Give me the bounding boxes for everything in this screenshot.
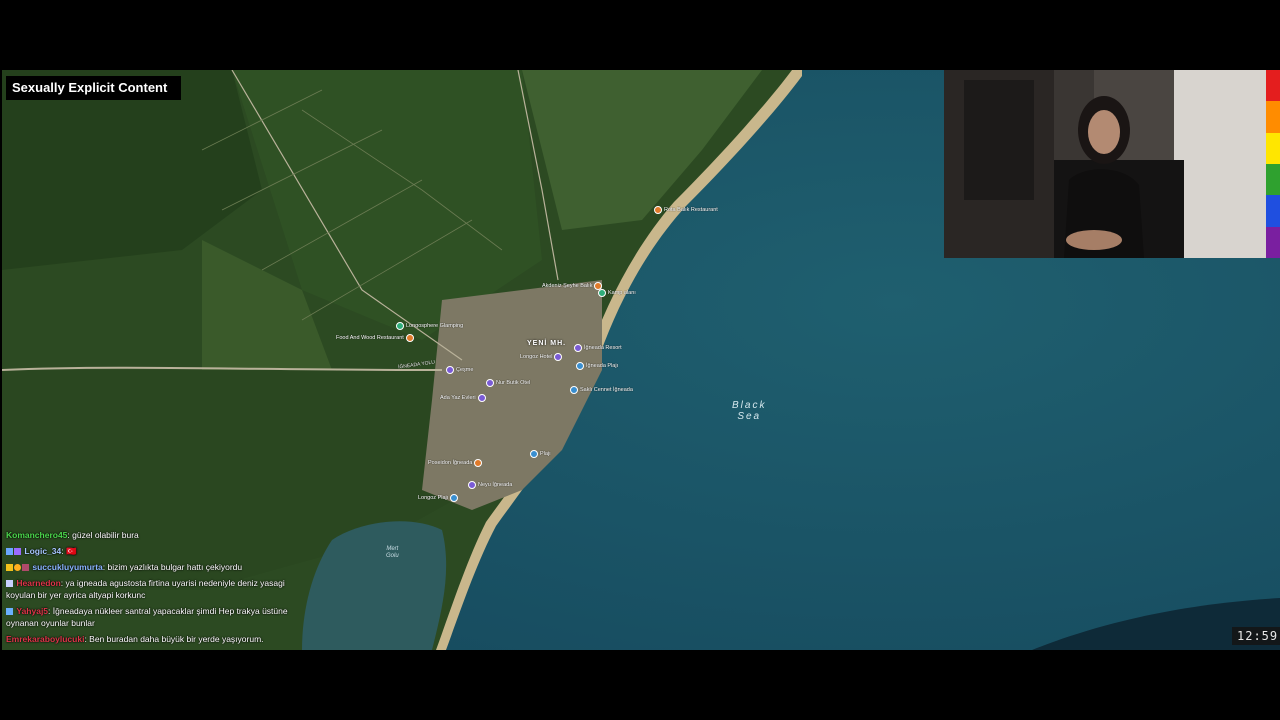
rainbow-stripe-yellow (1266, 132, 1280, 164)
restaurant-icon (654, 206, 662, 214)
campground-icon (598, 289, 606, 297)
poi-neyu[interactable]: Neyu İğneada (466, 481, 512, 489)
rainbow-bar (1266, 70, 1280, 258)
poi-rota-balik[interactable]: Rota Balık Restaurant (652, 206, 718, 214)
rainbow-stripe-blue (1266, 195, 1280, 227)
poi-igneada-resort[interactable]: İğneada Resort (572, 344, 622, 352)
restaurant-icon (405, 334, 414, 342)
town-label: YENİ MH. (527, 340, 567, 347)
hotel-icon (477, 394, 486, 402)
gift-badge-icon (14, 564, 21, 571)
restaurant-icon (474, 459, 483, 467)
poi-longosphere[interactable]: Longosphere Glamping (394, 322, 463, 330)
sub-badge-icon (22, 564, 29, 571)
rainbow-stripe-orange (1266, 101, 1280, 133)
restaurant-icon (594, 282, 603, 290)
rainbow-stripe-purple (1266, 226, 1280, 258)
chat-message: Emrekaraboylucuki: Ben buradan daha büyü… (6, 633, 296, 645)
chat-message: Yahyaj5: İğneadaya nükleer santral yapac… (6, 605, 296, 629)
lodging-icon (396, 322, 404, 330)
poi-food-and-wood[interactable]: Food And Wood Restaurant (336, 334, 416, 342)
stream-clock: 12:59 (1232, 627, 1280, 645)
chat-username: Hearnedon (16, 578, 61, 588)
rainbow-stripe-red (1266, 70, 1280, 102)
chat-username: Komanchero45 (6, 530, 68, 540)
beach-icon (530, 450, 538, 458)
sub-badge-icon (6, 608, 13, 615)
chat-message: Logic_34: 🇹🇷 (6, 545, 296, 557)
chat-text: : güzel olabilir bura (67, 530, 139, 540)
chat-overlay: Komanchero45: güzel olabilir bura Logic_… (6, 529, 296, 649)
content-warning-label: Sexually Explicit Content (6, 76, 182, 100)
poi-longoz-plaji[interactable]: Longoz Plajı (418, 494, 460, 502)
hotel-icon (574, 344, 582, 352)
poi-cesme[interactable]: Çeşme (444, 366, 473, 374)
fountain-icon (446, 366, 454, 374)
chat-text: : bizim yazlıkta bulgar hattı çekiyordu (102, 562, 243, 572)
chat-message: Hearnedon: ya igneada agustosta firtina … (6, 577, 296, 601)
poi-kamp-alani[interactable]: Kamp alanı (596, 289, 636, 297)
chat-text: : 🇹🇷 (61, 546, 77, 556)
sub-badge-icon (14, 548, 21, 555)
hotel-icon (554, 353, 563, 361)
chat-text: : İğneadaya nükleer santral yapacaklar ş… (6, 606, 288, 628)
sea-label: Black Sea (732, 400, 767, 422)
chat-username: Logic_34 (24, 546, 62, 556)
lake-label: Mert Golu (386, 546, 399, 559)
poi-igneada-plaji[interactable]: İğneada Plajı (574, 362, 618, 370)
poi-longoz-hotel[interactable]: Longoz Hotel (520, 353, 564, 361)
poi-poseidon[interactable]: Poseidon İğneada (428, 459, 484, 467)
rainbow-stripe-green (1266, 163, 1280, 196)
chat-username: Yahyaj5 (16, 606, 49, 616)
webcam-feed (944, 70, 1266, 258)
beach-icon (576, 362, 584, 370)
poi-nur-butik[interactable]: Nur Butik Otel (484, 379, 530, 387)
crown-badge-icon (6, 564, 13, 571)
chat-username: Emrekaraboylucuki (6, 634, 85, 644)
poi-ada-yaz[interactable]: Ada Yaz Evleri (440, 394, 488, 402)
chat-username: succukluyumurta (32, 562, 103, 572)
beach-icon (450, 494, 459, 502)
poi-plaji[interactable]: Plajı (528, 450, 551, 458)
poi-akdeniz[interactable]: Akdeniz Şeyhe Balık (542, 282, 604, 290)
beach-icon (570, 386, 578, 394)
chat-text: : Ben buradan daha büyük bir yerde yaşıy… (84, 634, 264, 644)
streamer-video (944, 70, 1266, 258)
sword-badge-icon (6, 548, 13, 555)
chat-message: succukluyumurta: bizim yazlıkta bulgar h… (6, 561, 296, 573)
poi-sakli-cennet[interactable]: Saklı Cennet İğneada (568, 386, 633, 394)
sub-badge-icon (6, 580, 13, 587)
chat-message: Komanchero45: güzel olabilir bura (6, 529, 296, 541)
hotel-icon (468, 481, 476, 489)
hotel-icon (486, 379, 494, 387)
